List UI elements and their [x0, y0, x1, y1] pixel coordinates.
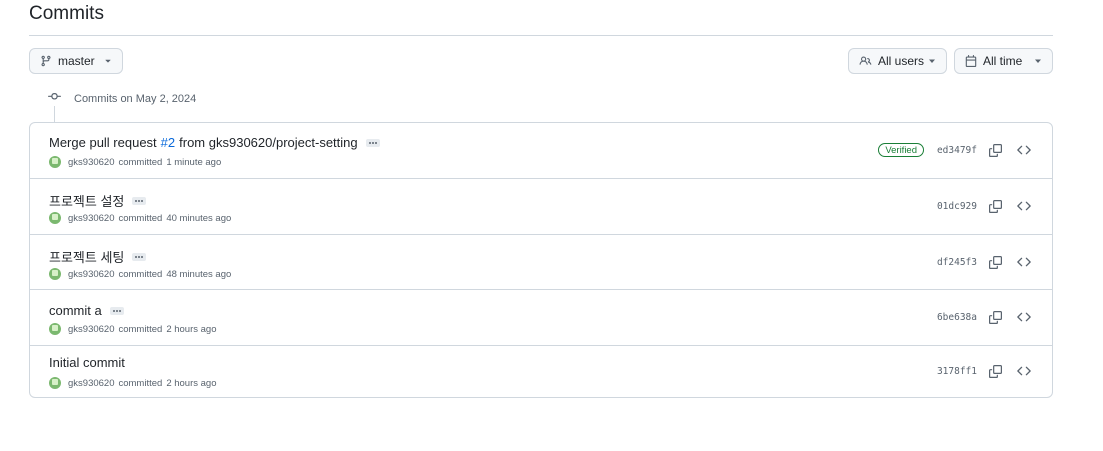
- expand-message-button[interactable]: [365, 138, 380, 147]
- users-filter-label: All users: [878, 54, 925, 68]
- commit-message-text[interactable]: from gks930620/project-setting: [179, 135, 357, 150]
- commit-time: 48 minutes ago: [166, 268, 232, 280]
- verified-badge[interactable]: Verified: [878, 143, 924, 157]
- author-link[interactable]: gks930620: [68, 157, 114, 168]
- triangle-down-icon: [104, 57, 112, 65]
- author-link[interactable]: gks930620: [68, 269, 114, 280]
- commit-message[interactable]: Merge pull request #2 from gks930620/pro…: [49, 135, 380, 150]
- commit-action: committed: [118, 268, 163, 280]
- expand-message-button[interactable]: [132, 252, 147, 261]
- people-icon: [859, 55, 872, 67]
- timeline-date-label: Commits on May 2, 2024: [74, 93, 197, 105]
- expand-message-button[interactable]: [132, 196, 147, 205]
- code-icon[interactable]: [1017, 364, 1031, 378]
- author-link[interactable]: gks930620: [68, 378, 114, 389]
- commit-action: committed: [118, 156, 163, 168]
- commit-message-text[interactable]: Merge pull request: [49, 135, 157, 150]
- calendar-icon: [965, 55, 977, 67]
- commit-message-text[interactable]: 프로젝트 설정: [49, 191, 124, 210]
- author-link[interactable]: gks930620: [68, 324, 114, 335]
- avatar[interactable]: [49, 212, 61, 224]
- time-filter-label: All time: [983, 54, 1023, 68]
- timeline-connector: [54, 106, 55, 122]
- commit-action: committed: [118, 377, 163, 389]
- title-divider: [29, 35, 1053, 36]
- git-branch-icon: [40, 55, 52, 67]
- users-filter-button[interactable]: All users: [848, 48, 947, 74]
- avatar[interactable]: [49, 156, 61, 168]
- commit-list: Merge pull request #2 from gks930620/pro…: [29, 122, 1053, 398]
- avatar[interactable]: [49, 377, 61, 389]
- commit-time: 2 hours ago: [166, 323, 217, 335]
- branch-label: master: [58, 54, 95, 68]
- commit-sha-link[interactable]: 6be638a: [937, 312, 977, 323]
- commit-message[interactable]: 프로젝트 세팅: [49, 247, 147, 266]
- code-icon[interactable]: [1017, 255, 1031, 269]
- commit-row: 프로젝트 설정 gks930620 committed 40 minutes a…: [30, 178, 1052, 234]
- commit-sha-link[interactable]: ed3479f: [937, 145, 977, 156]
- commit-row: Merge pull request #2 from gks930620/pro…: [30, 123, 1052, 178]
- code-icon[interactable]: [1017, 310, 1031, 324]
- code-icon[interactable]: [1017, 143, 1031, 157]
- commit-row: commit a gks930620 committed 2 hours ago…: [30, 289, 1052, 345]
- commit-sha-link[interactable]: 3178ff1: [937, 366, 977, 377]
- commit-meta: gks930620 committed 1 minute ago: [49, 156, 221, 168]
- commit-action: committed: [118, 212, 163, 224]
- branch-selector-button[interactable]: master: [29, 48, 123, 74]
- commit-message-text[interactable]: commit a: [49, 303, 102, 318]
- copy-icon[interactable]: [988, 364, 1002, 378]
- commit-sha-link[interactable]: df245f3: [937, 257, 977, 268]
- copy-icon[interactable]: [988, 143, 1002, 157]
- commit-time: 1 minute ago: [166, 156, 222, 168]
- commit-message[interactable]: Initial commit: [49, 355, 125, 370]
- triangle-down-icon: [928, 57, 936, 65]
- commit-meta: gks930620 committed 2 hours ago: [49, 377, 217, 389]
- commit-message-text[interactable]: 프로젝트 세팅: [49, 247, 124, 266]
- commit-sha-link[interactable]: 01dc929: [937, 201, 977, 212]
- copy-icon[interactable]: [988, 310, 1002, 324]
- commit-row: 프로젝트 세팅 gks930620 committed 48 minutes a…: [30, 234, 1052, 289]
- commit-message-text[interactable]: Initial commit: [49, 355, 125, 370]
- commit-time: 40 minutes ago: [166, 212, 232, 224]
- avatar[interactable]: [49, 268, 61, 280]
- copy-icon[interactable]: [988, 199, 1002, 213]
- copy-icon[interactable]: [988, 255, 1002, 269]
- author-link[interactable]: gks930620: [68, 213, 114, 224]
- time-filter-button[interactable]: All time: [954, 48, 1053, 74]
- pull-request-link[interactable]: #2: [161, 135, 175, 150]
- commit-meta: gks930620 committed 2 hours ago: [49, 323, 217, 335]
- expand-message-button[interactable]: [109, 306, 124, 315]
- commit-time: 2 hours ago: [166, 377, 217, 389]
- commit-meta: gks930620 committed 48 minutes ago: [49, 268, 231, 280]
- commit-message[interactable]: 프로젝트 설정: [49, 191, 147, 210]
- code-icon[interactable]: [1017, 199, 1031, 213]
- commit-meta: gks930620 committed 40 minutes ago: [49, 212, 231, 224]
- triangle-down-icon: [1034, 57, 1042, 65]
- commit-action: committed: [118, 323, 163, 335]
- avatar[interactable]: [49, 323, 61, 335]
- page-title: Commits: [29, 3, 104, 24]
- commit-message[interactable]: commit a: [49, 303, 124, 318]
- commit-row: Initial commit gks930620 committed 2 hou…: [30, 345, 1052, 397]
- timeline-heading: Commits on May 2, 2024: [48, 90, 196, 108]
